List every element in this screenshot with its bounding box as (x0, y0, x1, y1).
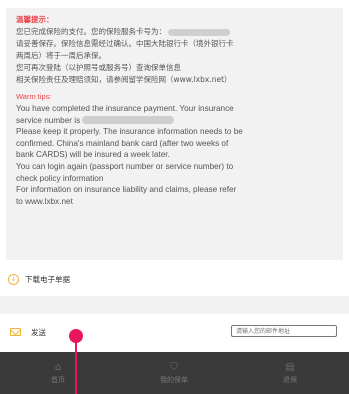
tips-line-cn: 请妥善保存。保险信息需经过确认。中国大陆银行卡（境外银行卡 (16, 39, 234, 48)
section-divider (0, 296, 349, 314)
document-icon: ▤ (285, 361, 295, 373)
download-label: 下载电子单据 (25, 274, 70, 284)
tips-line-en: You can login again (passport number or … (16, 161, 234, 171)
tips-title-en: Warm tips: (16, 92, 52, 101)
tips-line-cn: 您已完成保险的支付。您的保险服务卡号为： (16, 26, 333, 38)
nav-item-cancel-policy[interactable]: ▤ 退保 (232, 352, 348, 394)
mail-icon (10, 328, 21, 336)
tips-line-en: bank CARDS) will be insured a week later… (16, 150, 170, 160)
shield-icon: ⛉ (170, 361, 178, 373)
nav-label: 首页 (51, 375, 65, 384)
send-button[interactable]: 发送 (31, 327, 46, 338)
email-field[interactable] (231, 325, 337, 337)
download-icon: ↓ (8, 273, 19, 285)
warm-tips-panel: 温馨提示： 您已完成保险的支付。您的保险服务卡号为： 请妥善保存。保险信息需经过… (6, 8, 343, 260)
redacted-service-number (82, 116, 175, 125)
nav-label: 我的保单 (160, 375, 188, 384)
tips-title-cn: 温馨提示： (16, 15, 54, 24)
tips-line-cn: 您可再次登陆（以护照号或服务号）查询保单信息 (16, 63, 181, 72)
tips-line-en: check policy information (16, 173, 104, 183)
bottom-nav: ⌂ 首页 ⛉ 我的保单 ▤ 退保 (0, 352, 349, 394)
download-receipt-button[interactable]: ↓ 下载电子单据 (8, 270, 70, 288)
tips-line-en: to www.lxbx.net (16, 196, 73, 206)
tips-line-en: confirmed. China's mainland bank card (a… (16, 138, 229, 148)
nav-item-my-policy[interactable]: ⛉ 我的保单 (116, 352, 232, 394)
tips-line-cn: 相关保险责任及理赔须知，请参阅留学保险网（www.lxbx.net） (16, 75, 232, 84)
tips-line-en: You have completed the insurance payment… (16, 104, 234, 113)
redacted-service-number (168, 28, 230, 36)
tips-line-cn: 两周后）将于一周后承保。 (16, 51, 106, 60)
home-icon: ⌂ (54, 361, 62, 373)
touch-trail (75, 341, 77, 394)
tips-line-en: service number is (16, 115, 333, 127)
nav-item-home[interactable]: ⌂ 首页 (0, 352, 116, 394)
nav-label: 退保 (283, 375, 297, 384)
tips-line-en: Please keep it properly. The insurance i… (16, 127, 243, 137)
tips-line-en: For information on insurance liability a… (16, 185, 237, 195)
send-email-row: 发送 (0, 318, 349, 346)
